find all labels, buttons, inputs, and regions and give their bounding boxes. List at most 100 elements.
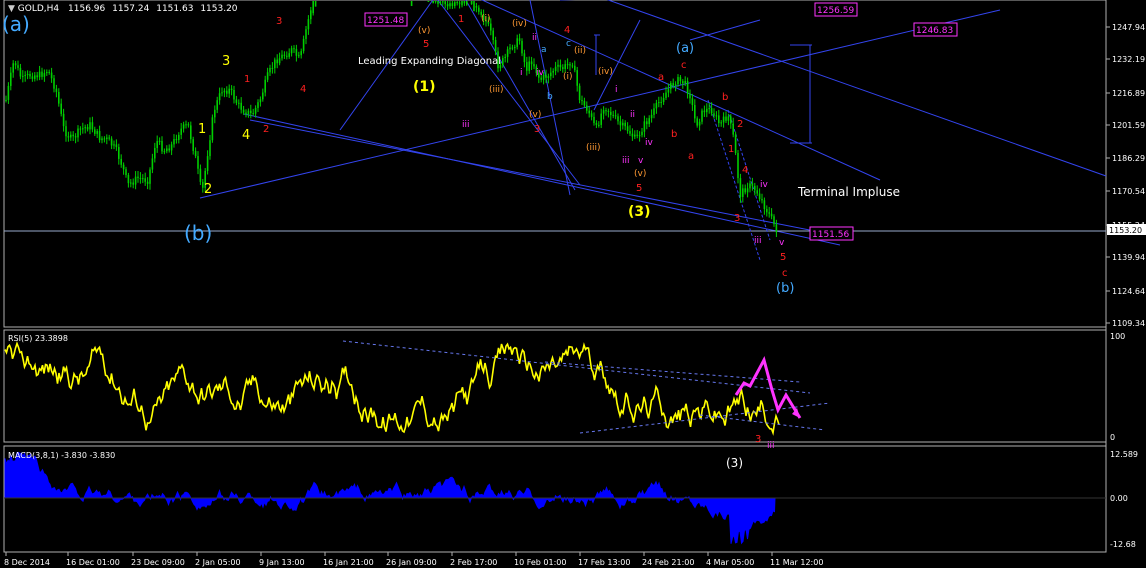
terminal-impulse-text: Terminal Impluse (797, 185, 900, 199)
candle-body (43, 73, 46, 77)
wave-b-blue: (b) (776, 281, 794, 296)
candle-body (739, 178, 742, 197)
candle-body (521, 40, 523, 54)
current-price-label: 1153.20 (1109, 226, 1142, 235)
leading-diagonal-text: Leading Expanding Diagonal (358, 56, 501, 67)
svg-text:b: b (722, 92, 728, 103)
candle-body (638, 135, 641, 137)
candle-body (730, 116, 732, 124)
candle-body (442, 1, 444, 3)
svg-text:(ii): (ii) (574, 46, 586, 56)
candle-body (197, 156, 199, 169)
candle-body (166, 148, 168, 152)
candle-body (149, 169, 151, 184)
candle-body (257, 102, 259, 108)
candle-body (218, 93, 221, 101)
svg-text:c: c (566, 39, 571, 49)
candle-body (617, 116, 619, 122)
candle-body (466, 1, 468, 5)
candle-body (295, 48, 298, 56)
candle-body (602, 110, 605, 114)
candle-body (686, 80, 689, 94)
candle-body (742, 188, 744, 197)
x-tick-label: 16 Dec 01:00 (66, 558, 120, 567)
candle-body (161, 140, 163, 152)
svg-text:1: 1 (458, 14, 464, 25)
svg-text:ii: ii (532, 33, 537, 43)
candle-body (494, 40, 497, 52)
x-tick-label: 24 Feb 21:00 (642, 558, 694, 567)
wave-y4: 4 (242, 128, 250, 143)
candle-body (178, 134, 180, 141)
svg-text:b: b (547, 92, 553, 102)
candle-body (7, 85, 10, 100)
svg-text:(v): (v) (418, 26, 430, 36)
svg-text:1256.59: 1256.59 (817, 6, 854, 16)
price-tick-label: 1109.34 (1112, 319, 1145, 328)
price-pane[interactable] (3, 0, 1107, 328)
candle-body (650, 114, 653, 119)
candle-body (199, 168, 202, 182)
candle-body (144, 178, 146, 182)
candle-body (583, 100, 586, 106)
x-tick-label: 2 Feb 17:00 (450, 558, 497, 567)
candle-body (89, 122, 91, 130)
candle-body (156, 141, 158, 149)
candle-body (168, 148, 170, 151)
svg-text:4: 4 (742, 165, 748, 176)
candle-body (12, 63, 14, 73)
candle-body (634, 134, 636, 137)
price-box-1246: 1246.83 (913, 22, 958, 37)
wave-y2: 2 (204, 182, 212, 197)
svg-text:(iii): (iii) (586, 143, 601, 153)
candle-body (710, 108, 713, 114)
wave-y3: 3 (222, 54, 230, 69)
x-tick-label: 2 Jan 05:00 (195, 558, 241, 567)
svg-text:v: v (638, 156, 644, 166)
candle-body (770, 213, 773, 217)
candle-body (492, 30, 494, 41)
candle-body (586, 105, 588, 111)
candle-body (70, 134, 72, 138)
candle-body (598, 124, 600, 126)
candle-body (84, 127, 86, 129)
candle-body (175, 139, 178, 141)
candle-body (48, 71, 50, 73)
candle-body (29, 74, 31, 77)
candle-body (439, 2, 442, 4)
candle-body (302, 38, 305, 52)
candle-body (703, 110, 706, 113)
candle-body (118, 147, 120, 159)
candle-body (266, 72, 269, 80)
candle-body (242, 109, 245, 113)
svg-text:c: c (782, 268, 788, 279)
candle-body (247, 110, 250, 115)
candle-body (223, 90, 226, 93)
candle-body (211, 117, 214, 141)
candle-body (660, 101, 662, 103)
candle-body (715, 115, 718, 117)
candle-body (502, 57, 504, 66)
candle-body (737, 153, 739, 179)
candle-body (298, 55, 300, 57)
x-tick-label: 23 Dec 09:00 (131, 558, 185, 567)
candle-body (746, 188, 749, 193)
candle-body (490, 23, 492, 31)
candle-body (139, 177, 142, 179)
candle-body (569, 64, 571, 66)
rsi-tick-0: 0 (1110, 433, 1115, 442)
candle-body (221, 92, 223, 94)
price-tick-label: 1170.54 (1112, 187, 1145, 196)
candle-body (614, 115, 617, 117)
price-box-1151: 1151.56 (809, 226, 854, 241)
candle-body (451, 3, 454, 6)
candle-body (528, 61, 530, 71)
svg-text:(iii): (iii) (489, 85, 504, 95)
candle-body (310, 10, 312, 20)
candle-body (775, 224, 778, 233)
candle-body (5, 99, 7, 101)
candle-body (58, 91, 60, 104)
candle-body (134, 176, 137, 185)
x-tick-label: 10 Feb 01:00 (514, 558, 566, 567)
candle-body (288, 53, 290, 57)
